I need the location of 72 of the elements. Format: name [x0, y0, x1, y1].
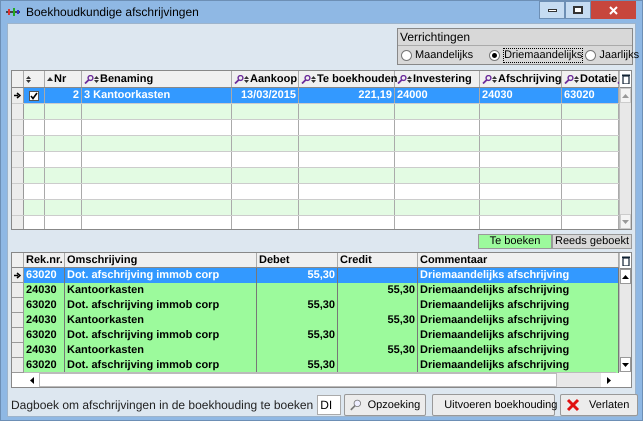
- column-header[interactable]: Aankoop: [250, 71, 298, 88]
- action-button[interactable]: Verlaten: [560, 394, 638, 416]
- scrollbar[interactable]: [619, 71, 631, 229]
- check-icon: [30, 92, 38, 100]
- table-row[interactable]: 63020 Dot. afschrijving immob corp 55,30 Driemaandelijks afschrijving: [12, 298, 619, 313]
- scrollbar[interactable]: [619, 253, 631, 372]
- close-icon: [566, 398, 580, 412]
- table-cell: 221,19: [299, 88, 395, 103]
- column-header[interactable]: Investering: [413, 71, 472, 88]
- scroll-left-icon: [30, 376, 34, 384]
- table-row[interactable]: 63020 Dot. afschrijving immob corp 55,30 Driemaandelijks afschrijving: [12, 358, 619, 373]
- minimize-button[interactable]: [539, 1, 565, 19]
- table-row[interactable]: 24030 Kantoorkasten 55,30 Driemaandelijks afschrijving: [12, 313, 619, 328]
- maximize-button[interactable]: [565, 1, 591, 19]
- column-header[interactable]: Credit: [340, 253, 372, 268]
- sort-icon: [94, 76, 99, 82]
- row-pointer-icon: [14, 92, 21, 99]
- column-header[interactable]: Dotatie: [580, 71, 618, 88]
- group-title: Verrichtingen: [398, 29, 632, 46]
- table-cell: 2: [45, 88, 82, 103]
- checkbox[interactable]: [29, 90, 39, 100]
- search-icon: [564, 74, 574, 84]
- sort-icon: [407, 76, 412, 82]
- sort-icon: [244, 76, 249, 82]
- tab[interactable]: Te boeken: [478, 234, 552, 249]
- table-cell: 24000: [395, 88, 480, 103]
- search-icon: [482, 74, 492, 84]
- search-icon: [84, 74, 94, 84]
- column-header[interactable]: Debet: [259, 253, 290, 268]
- scroll-up-icon: [622, 274, 629, 278]
- table-cell: 13/03/2015: [232, 88, 299, 103]
- row-pointer-icon: [14, 272, 21, 278]
- journal-label: Dagboek om afschrijvingen in de boekhouding te boeken: [11, 397, 314, 414]
- scroll-right-icon: [606, 376, 610, 384]
- sort-icon: [26, 76, 31, 82]
- sort-icon: [311, 76, 316, 82]
- magnifier-icon: [350, 398, 362, 412]
- scroll-up-icon: [622, 94, 629, 98]
- table-row[interactable]: 63020 Dot. afschrijving immob corp 55,30 Driemaandelijks afschrijving: [12, 328, 619, 343]
- search-icon: [301, 74, 311, 84]
- scroll-down-icon: [622, 362, 629, 366]
- column-header[interactable]: Benaming: [100, 71, 154, 88]
- trash-icon: [622, 256, 630, 266]
- column-header[interactable]: Te boekhouden: [317, 71, 398, 88]
- sort-icon: [574, 76, 579, 82]
- close-button[interactable]: [591, 1, 636, 19]
- trash-icon: [622, 74, 630, 84]
- action-button[interactable]: Uitvoeren boekhouding: [432, 394, 556, 416]
- column-header[interactable]: Commentaar: [420, 253, 488, 268]
- close-icon: [609, 6, 618, 14]
- app-icon: [6, 8, 20, 16]
- window-title: Boekhoudkundige afschrijvingen: [26, 4, 199, 21]
- table-cell: 3 Kantoorkasten: [82, 88, 232, 103]
- action-button[interactable]: Opzoeking: [344, 394, 426, 416]
- search-icon: [234, 74, 244, 84]
- journal-field[interactable]: DI: [317, 395, 342, 415]
- column-header[interactable]: Omschrijving: [67, 253, 138, 268]
- search-icon: [397, 74, 407, 84]
- tab[interactable]: Reeds geboekt: [552, 234, 632, 249]
- sort-ascending-icon: [47, 77, 53, 81]
- table-cell: 24030: [480, 88, 562, 103]
- table-row[interactable]: 24030 Kantoorkasten 55,30 Driemaandelijks afschrijving: [12, 343, 619, 358]
- radio-option[interactable]: Jaarlijks: [585, 48, 640, 62]
- row-header[interactable]: [12, 268, 24, 283]
- column-header[interactable]: Rek.nr.: [26, 253, 63, 268]
- scroll-down-icon: [622, 220, 629, 224]
- sort-icon: [492, 76, 497, 82]
- radio-option[interactable]: Maandelijks: [401, 48, 474, 62]
- column-header[interactable]: Nr: [54, 71, 66, 88]
- column-header[interactable]: Afschrijving: [498, 71, 562, 88]
- row-header[interactable]: [12, 88, 24, 103]
- table-row[interactable]: 24030 Kantoorkasten 55,30 Driemaandelijks afschrijving: [12, 283, 619, 298]
